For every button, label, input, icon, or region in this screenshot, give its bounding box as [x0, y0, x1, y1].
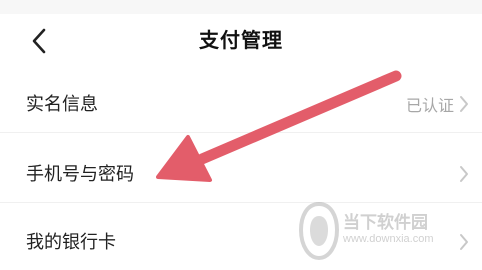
- divider: [0, 132, 482, 133]
- row-my-bank-cards[interactable]: 我的银行卡: [0, 214, 482, 270]
- status-strip: [0, 0, 482, 14]
- verification-status: 已认证: [405, 96, 454, 115]
- chevron-right-icon: [460, 234, 468, 250]
- row-label: 实名信息: [26, 94, 98, 115]
- row-phone-and-password[interactable]: 手机号与密码: [0, 146, 482, 202]
- row-label: 手机号与密码: [26, 164, 134, 185]
- row-label: 我的银行卡: [26, 232, 116, 253]
- page-header: 支付管理: [0, 14, 482, 66]
- row-real-name-info[interactable]: 实名信息 已认证: [0, 76, 482, 132]
- chevron-right-icon: [460, 96, 468, 112]
- chevron-right-icon: [460, 166, 468, 182]
- page-title: 支付管理: [199, 28, 283, 52]
- divider: [0, 202, 482, 203]
